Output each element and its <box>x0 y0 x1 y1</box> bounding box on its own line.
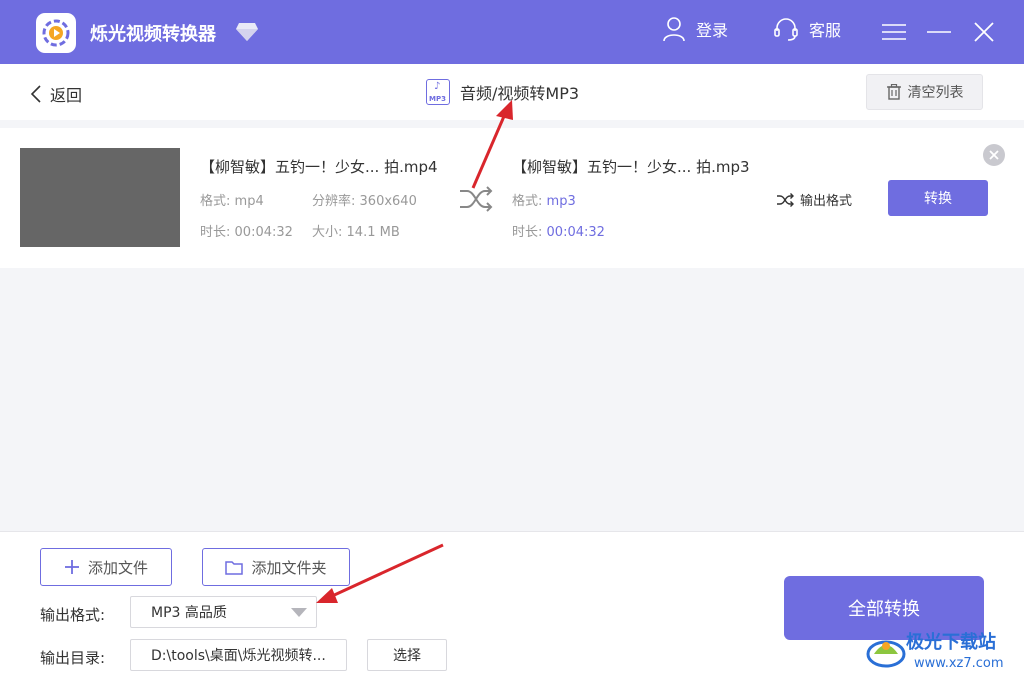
trash-icon <box>886 84 901 100</box>
mp3-file-icon: ♪ MP3 <box>426 79 450 105</box>
shuffle-icon <box>777 192 794 207</box>
diamond-vip-icon[interactable] <box>235 21 259 43</box>
choose-dir-button[interactable]: 选择 <box>367 639 447 671</box>
watermark-url: www.xz7.com <box>914 656 1004 671</box>
output-format-button[interactable]: 输出格式 <box>776 190 852 209</box>
customer-service-button[interactable]: 客服 <box>773 16 841 42</box>
target-format: 格式: mp3 <box>512 194 576 209</box>
source-duration: 时长: 00:04:32 <box>200 225 293 240</box>
page-title-area: ♪ MP3 音频/视频转MP3 <box>426 79 579 105</box>
output-format-select[interactable]: MP3 高品质 <box>130 596 317 628</box>
source-size: 大小: 14.1 MB <box>312 225 400 240</box>
login-button[interactable]: 登录 <box>662 16 728 42</box>
watermark: 极光下载站 www.xz7.com <box>866 628 1016 676</box>
video-thumbnail <box>20 148 180 247</box>
output-format-label: 输出格式 <box>800 194 853 209</box>
title-bar: 烁光视频转换器 登录 客服 <box>0 0 1024 64</box>
output-dir-input[interactable]: D:\tools\桌面\烁光视频转... <box>130 639 347 671</box>
folder-icon <box>225 560 244 575</box>
app-title: 烁光视频转换器 <box>90 24 216 45</box>
support-label: 客服 <box>809 21 842 40</box>
clear-list-button[interactable]: 清空列表 <box>866 74 983 110</box>
convert-button[interactable]: 转换 <box>888 180 988 216</box>
dropdown-caret-icon <box>291 608 307 617</box>
minimize-icon[interactable] <box>925 18 953 46</box>
source-format: 格式: mp4 <box>200 194 264 209</box>
headset-icon <box>774 18 798 41</box>
clear-list-label: 清空列表 <box>907 85 964 101</box>
login-label: 登录 <box>696 21 729 40</box>
source-file-name: 【柳智敏】五钓一！少女... 拍.mp4 <box>200 158 438 176</box>
user-icon <box>663 17 685 42</box>
file-list-item: 【柳智敏】五钓一！少女... 拍.mp4 格式: mp4 分辨率: 360x64… <box>0 128 1024 268</box>
back-button[interactable]: 返回 <box>30 82 82 106</box>
page-title: 音频/视频转MP3 <box>460 84 580 103</box>
plus-icon <box>64 560 79 574</box>
add-file-label: 添加文件 <box>87 558 148 577</box>
add-folder-button[interactable]: 添加文件夹 <box>202 548 350 586</box>
source-resolution: 分辨率: 360x640 <box>312 194 417 209</box>
watermark-text: 极光下载站 <box>906 632 996 653</box>
watermark-logo-icon <box>866 640 906 668</box>
convert-arrow-icon <box>460 186 493 212</box>
close-icon[interactable] <box>970 18 998 46</box>
menu-icon[interactable] <box>880 18 908 46</box>
output-format-field-label: 输出格式: <box>40 606 106 624</box>
output-format-value: MP3 高品质 <box>151 605 227 621</box>
target-duration: 时长: 00:04:32 <box>512 225 605 240</box>
add-file-button[interactable]: 添加文件 <box>40 548 172 586</box>
back-label: 返回 <box>50 86 83 105</box>
chevron-left-icon <box>30 85 41 103</box>
output-dir-field-label: 输出目录: <box>40 649 106 667</box>
target-file-name: 【柳智敏】五钓一！少女... 拍.mp3 <box>512 158 750 176</box>
app-logo-icon <box>36 13 76 53</box>
remove-file-icon[interactable] <box>983 144 1005 166</box>
sub-header: 返回 ♪ MP3 音频/视频转MP3 清空列表 <box>0 64 1024 120</box>
add-folder-label: 添加文件夹 <box>251 558 327 577</box>
